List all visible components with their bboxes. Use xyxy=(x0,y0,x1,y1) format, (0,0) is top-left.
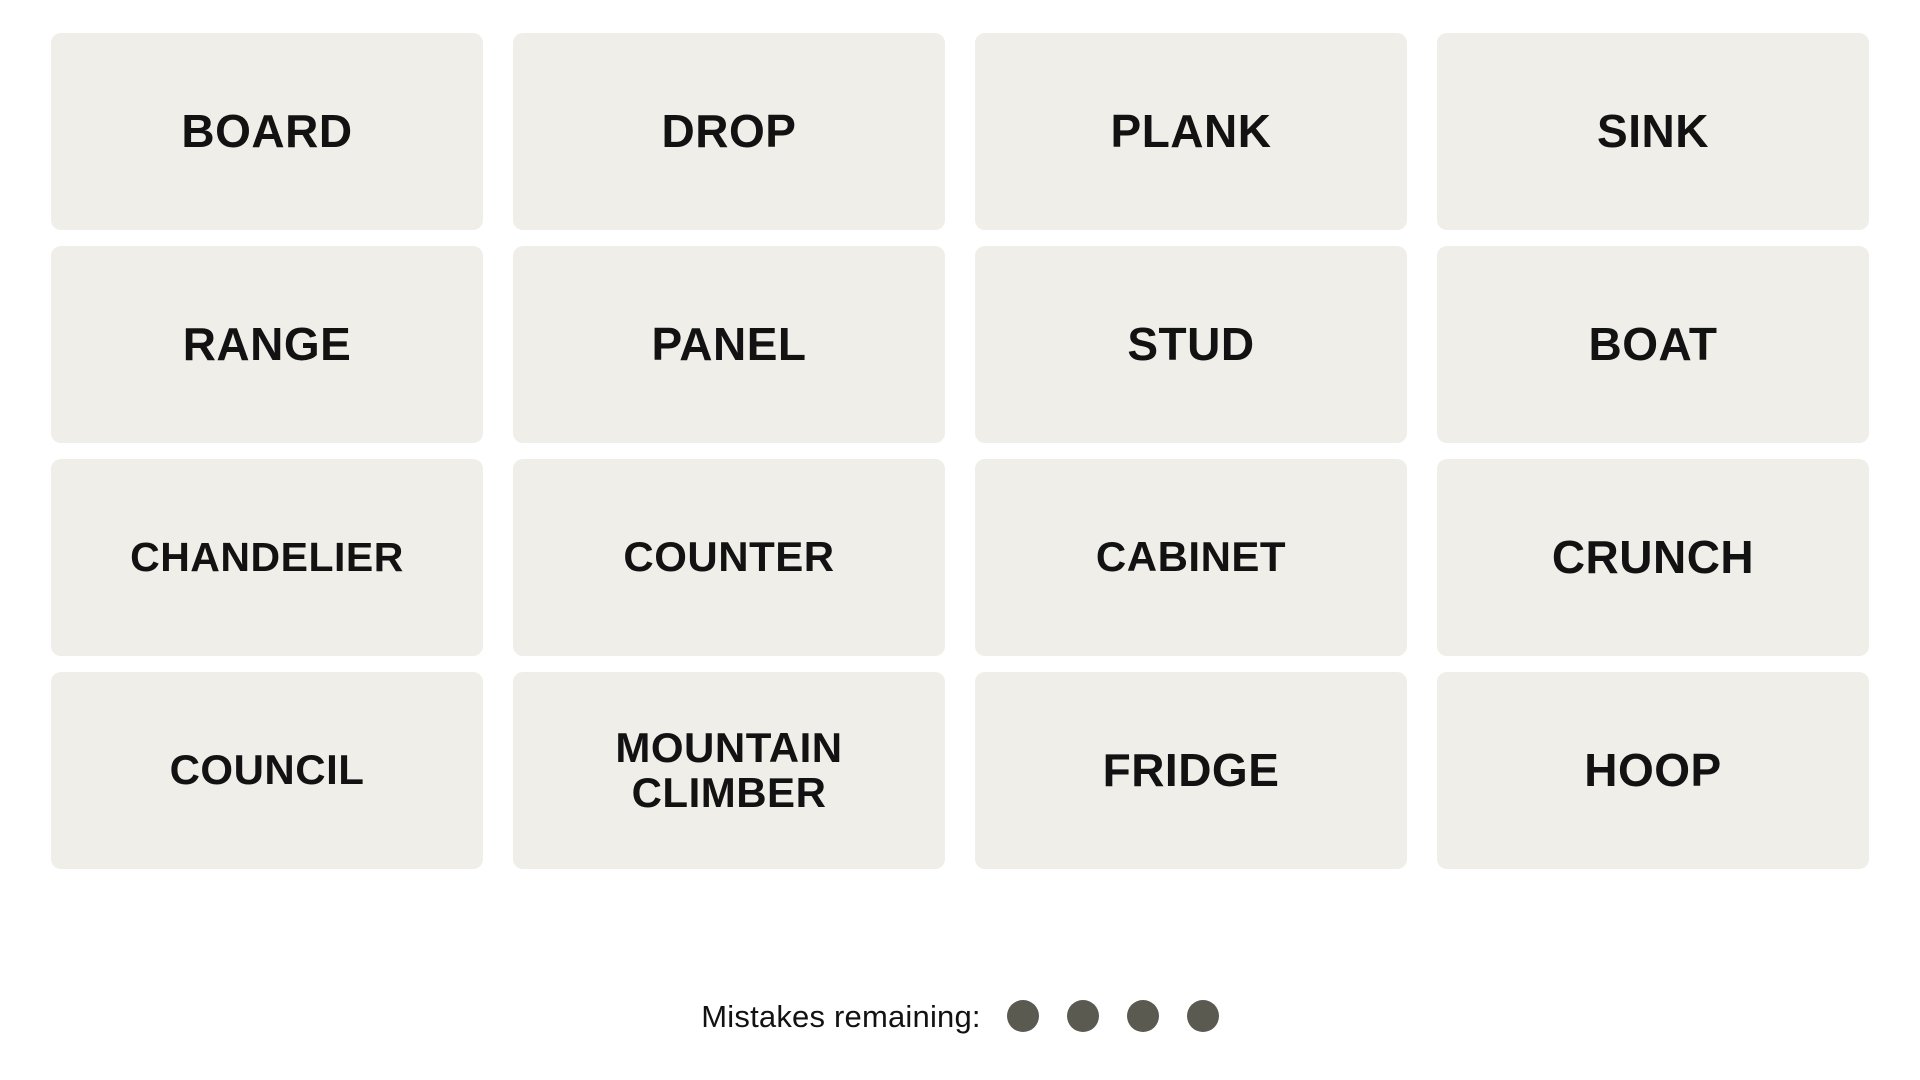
mistake-dot xyxy=(1006,1000,1039,1032)
word-tile-label: DROP xyxy=(661,105,797,158)
word-tile-label: CRUNCH xyxy=(1551,531,1755,584)
word-tile[interactable]: PLANK xyxy=(975,33,1407,230)
word-tile[interactable]: BOAT xyxy=(1437,246,1869,443)
connections-game: BOARD DROP PLANK SINK RANGE PANEL STUD BOAT CHAN… xyxy=(0,0,1920,1080)
word-tile[interactable]: HOOP xyxy=(1437,672,1869,869)
word-tile[interactable]: DROP xyxy=(513,33,945,230)
mistakes-bar: Mistakes remaining: xyxy=(0,1000,1920,1032)
word-tile-label: PANEL xyxy=(651,318,807,371)
word-tile-label: MOUNTAIN CLIMBER xyxy=(615,723,843,816)
mistake-dot xyxy=(1186,1000,1219,1032)
word-tile-label: COUNTER xyxy=(623,533,835,581)
mistake-dot xyxy=(1066,1000,1099,1032)
word-tile[interactable]: BOARD xyxy=(51,33,483,230)
word-tile[interactable]: CRUNCH xyxy=(1437,459,1869,656)
word-tile-label: CHANDELIER xyxy=(130,533,404,580)
word-tile[interactable]: CHANDELIER xyxy=(51,459,483,656)
word-tile[interactable]: COUNCIL xyxy=(51,672,483,869)
word-tile[interactable]: COUNTER xyxy=(513,459,945,656)
word-tile-label: CABINET xyxy=(1095,533,1287,581)
word-tile-label: FRIDGE xyxy=(1102,744,1280,797)
word-tile-label: HOOP xyxy=(1584,744,1722,797)
word-tile-label: PLANK xyxy=(1110,105,1272,158)
word-grid: BOARD DROP PLANK SINK RANGE PANEL STUD BOAT CHAN… xyxy=(51,33,1869,869)
word-tile[interactable]: PANEL xyxy=(513,246,945,443)
word-tile-label: COUNCIL xyxy=(169,746,365,794)
word-tile-label: BOARD xyxy=(181,105,353,158)
word-tile[interactable]: MOUNTAIN CLIMBER xyxy=(513,672,945,869)
word-tile-label: SINK xyxy=(1597,105,1709,158)
word-tile-label: STUD xyxy=(1127,318,1255,371)
word-tile-label: BOAT xyxy=(1588,318,1718,371)
word-tile[interactable]: RANGE xyxy=(51,246,483,443)
word-tile[interactable]: SINK xyxy=(1437,33,1869,230)
mistakes-remaining-label: Mistakes remaining: xyxy=(701,998,981,1034)
word-tile[interactable]: STUD xyxy=(975,246,1407,443)
mistakes-dots xyxy=(1006,1000,1219,1032)
word-tile-label: RANGE xyxy=(182,318,352,371)
word-tile[interactable]: FRIDGE xyxy=(975,672,1407,869)
word-tile[interactable]: CABINET xyxy=(975,459,1407,656)
mistake-dot xyxy=(1126,1000,1159,1032)
